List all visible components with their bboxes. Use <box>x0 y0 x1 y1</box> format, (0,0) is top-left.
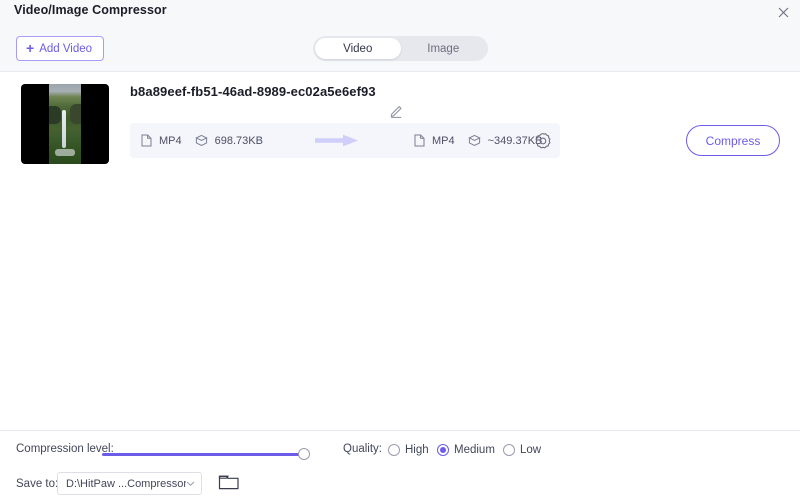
save-to-label: Save to: <box>16 478 59 490</box>
compression-level-label: Compression level: <box>16 443 114 455</box>
arrow-right-icon <box>315 134 358 147</box>
page-title: Video/Image Compressor <box>14 3 167 17</box>
video-thumbnail <box>21 84 109 164</box>
tab-video-label: Video <box>343 42 373 55</box>
title-bar: Video/Image Compressor <box>0 0 800 24</box>
tab-image[interactable]: Image <box>401 38 487 59</box>
source-format: MP4 <box>159 135 182 147</box>
slider-track <box>102 453 302 456</box>
thumbnail-rock-right <box>70 104 81 124</box>
bottom-control-bar: Compression level: Quality: High Medium … <box>0 430 800 502</box>
pencil-icon <box>390 106 402 118</box>
file-info-bar: MP4 698.73KB MP4 ~349.37KB <box>130 123 560 158</box>
thumbnail-image <box>49 84 81 164</box>
source-info: MP4 698.73KB <box>141 123 263 158</box>
radio-icon-selected <box>437 444 449 456</box>
tab-image-label: Image <box>427 42 460 55</box>
quality-option-low[interactable]: Low <box>503 442 541 458</box>
close-button[interactable] <box>772 2 794 22</box>
file-icon <box>414 134 425 147</box>
list-item: b8a89eef-fb51-46ad-8989-ec02a5e6ef93 MP4 <box>0 84 800 174</box>
file-list: b8a89eef-fb51-46ad-8989-ec02a5e6ef93 MP4 <box>0 73 800 430</box>
video-image-compressor-window: Video/Image Compressor + Add Video Video… <box>0 0 800 502</box>
quality-option-high-label: High <box>405 444 429 456</box>
slider-thumb[interactable] <box>298 448 310 460</box>
rename-button[interactable] <box>388 104 404 120</box>
chevron-down-icon <box>186 481 195 486</box>
mode-toggle: Video Image <box>313 36 488 61</box>
output-info: MP4 ~349.37KB <box>414 123 542 158</box>
toolbar: + Add Video Video Image <box>0 24 800 72</box>
add-video-button[interactable]: + Add Video <box>16 36 105 61</box>
gear-icon <box>535 133 551 149</box>
output-format: MP4 <box>432 135 455 147</box>
thumbnail-rock-left <box>49 106 61 124</box>
quality-label: Quality: <box>343 443 382 455</box>
save-path-value: D:\HitPaw ...Compressor <box>66 477 186 490</box>
browse-folder-button[interactable] <box>218 473 240 493</box>
plus-icon: + <box>26 40 35 56</box>
quality-option-low-label: Low <box>520 444 542 456</box>
folder-icon <box>218 475 239 490</box>
file-icon <box>141 134 152 147</box>
quality-option-high[interactable]: High <box>388 442 429 458</box>
close-icon <box>778 7 788 17</box>
tab-video[interactable]: Video <box>315 38 401 59</box>
compress-button-label: Compress <box>705 133 761 148</box>
box-icon <box>467 134 481 147</box>
file-name: b8a89eef-fb51-46ad-8989-ec02a5e6ef93 <box>130 84 376 99</box>
box-icon <box>194 134 208 147</box>
thumbnail-waterfall <box>62 110 66 148</box>
radio-icon <box>388 444 400 456</box>
source-size: 698.73KB <box>214 135 263 147</box>
add-video-label: Add Video <box>39 42 93 55</box>
thumbnail-pool <box>55 149 75 156</box>
quality-option-medium[interactable]: Medium <box>437 442 495 458</box>
compress-button[interactable]: Compress <box>686 125 780 156</box>
quality-option-medium-label: Medium <box>454 444 495 456</box>
output-settings-button[interactable] <box>534 132 552 150</box>
save-path-dropdown[interactable]: D:\HitPaw ...Compressor <box>57 472 202 495</box>
compression-level-slider[interactable] <box>102 448 310 462</box>
radio-icon <box>503 444 515 456</box>
